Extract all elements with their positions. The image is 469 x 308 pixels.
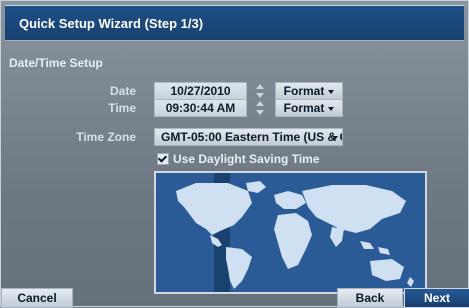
back-label: Back (355, 291, 385, 305)
dst-checkbox[interactable] (157, 153, 169, 165)
date-label: Date (109, 84, 136, 98)
dialog-titlebar: Quick Setup Wizard (Step 1/3) (5, 5, 464, 41)
stepper-up-icon[interactable] (256, 84, 264, 89)
chevron-down-icon (328, 107, 335, 111)
chevron-down-icon (332, 136, 338, 140)
world-map-icon (156, 173, 425, 292)
date-format-button[interactable]: Format (275, 82, 343, 100)
date-format-label: Format (283, 84, 325, 98)
next-label: Next (423, 291, 450, 305)
time-stepper[interactable] (255, 99, 265, 117)
next-button[interactable]: Next (404, 288, 469, 308)
cancel-label: Cancel (17, 291, 57, 305)
dialog-title: Quick Setup Wizard (Step 1/3) (19, 16, 204, 31)
timezone-world-map[interactable] (154, 171, 427, 294)
dst-checkbox-row[interactable]: Use Daylight Saving Time (157, 152, 320, 166)
back-button[interactable]: Back (337, 288, 403, 308)
time-field[interactable]: 09:30:44 AM (154, 99, 247, 117)
cancel-button[interactable]: Cancel (1, 288, 73, 308)
quick-setup-dialog: Quick Setup Wizard (Step 1/3) Date/Time … (0, 0, 469, 308)
section-title: Date/Time Setup (9, 56, 103, 70)
time-format-button[interactable]: Format (275, 99, 343, 117)
dst-label: Use Daylight Saving Time (173, 152, 320, 166)
chevron-down-icon (328, 90, 335, 94)
date-field[interactable]: 10/27/2010 (154, 82, 247, 100)
stepper-down-icon[interactable] (256, 93, 264, 98)
time-label: Time (108, 101, 136, 115)
timezone-value: GMT-05:00 Eastern Time (US & Ca... (161, 130, 342, 144)
stepper-down-icon[interactable] (256, 110, 264, 115)
timezone-select[interactable]: GMT-05:00 Eastern Time (US & Ca... (154, 128, 343, 146)
date-stepper[interactable] (255, 82, 265, 100)
time-format-label: Format (283, 101, 325, 115)
timezone-label: Time Zone (76, 130, 136, 144)
stepper-up-icon[interactable] (256, 101, 264, 106)
